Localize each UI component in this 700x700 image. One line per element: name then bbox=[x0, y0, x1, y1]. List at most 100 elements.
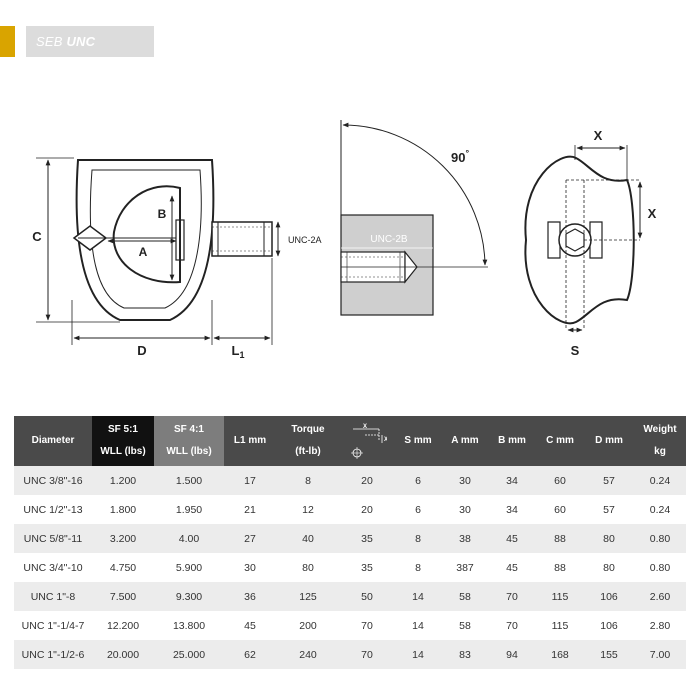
table-cell: 30 bbox=[224, 553, 276, 582]
table-cell: 70 bbox=[488, 582, 536, 611]
table-cell: 35 bbox=[340, 524, 394, 553]
table-cell: 0.24 bbox=[634, 495, 686, 524]
table-cell: 17 bbox=[224, 466, 276, 495]
table-cell: 1.200 bbox=[92, 466, 154, 495]
table-cell: 45 bbox=[488, 524, 536, 553]
table-cell: 83 bbox=[442, 640, 488, 669]
table-cell: 58 bbox=[442, 582, 488, 611]
table-cell: 7.00 bbox=[634, 640, 686, 669]
table-cell: 30 bbox=[442, 466, 488, 495]
table-row: UNC 1/2"-13 1.800 1.950 21 12 20 6 30 34 60 57 0.24 bbox=[14, 495, 686, 524]
table-cell: 60 bbox=[536, 466, 584, 495]
table-cell: 4.00 bbox=[154, 524, 224, 553]
dimension-l1: L1 bbox=[213, 258, 273, 360]
top-view: X X S bbox=[524, 128, 657, 358]
header-sf4: SF 4:1 WLL (lbs) bbox=[154, 416, 224, 466]
table-cell: UNC 3/4"-10 bbox=[14, 553, 92, 582]
table-cell: UNC 1/2"-13 bbox=[14, 495, 92, 524]
table-cell: 35 bbox=[340, 553, 394, 582]
table-cell: 0.24 bbox=[634, 466, 686, 495]
table-cell: 20 bbox=[340, 495, 394, 524]
table-cell: UNC 5/8"-11 bbox=[14, 524, 92, 553]
table-cell: 0.80 bbox=[634, 524, 686, 553]
table-cell: UNC 3/8"-16 bbox=[14, 466, 92, 495]
table-cell: 34 bbox=[488, 495, 536, 524]
table-cell: 45 bbox=[224, 611, 276, 640]
table-cell: 14 bbox=[394, 582, 442, 611]
table-cell: 200 bbox=[276, 611, 340, 640]
label-unc2a: UNC-2A bbox=[288, 235, 322, 245]
header-d: D mm bbox=[584, 416, 634, 466]
table-cell: 30 bbox=[442, 495, 488, 524]
table-cell: 40 bbox=[276, 524, 340, 553]
table-cell: 20 bbox=[340, 466, 394, 495]
table-cell: 70 bbox=[340, 611, 394, 640]
header-diameter: Diameter bbox=[14, 416, 92, 466]
label-a: A bbox=[139, 245, 148, 259]
table-cell: 5.900 bbox=[154, 553, 224, 582]
table-cell: 4.750 bbox=[92, 553, 154, 582]
table-cell: 50 bbox=[340, 582, 394, 611]
table-cell: 70 bbox=[488, 611, 536, 640]
table-cell: 1.500 bbox=[154, 466, 224, 495]
table-cell: 57 bbox=[584, 466, 634, 495]
table-row: UNC 5/8"-11 3.200 4.00 27 40 35 8 38 45 88 80 0.80 bbox=[14, 524, 686, 553]
table-cell: 14 bbox=[394, 611, 442, 640]
table-cell: 12 bbox=[276, 495, 340, 524]
technical-drawing: C D L1 A B UNC-2A UNC-2B 90° X X S bbox=[32, 120, 657, 360]
table-cell: 62 bbox=[224, 640, 276, 669]
table-cell: UNC 1"-1/2-6 bbox=[14, 640, 92, 669]
label-angle: 90° bbox=[451, 148, 469, 165]
table-cell: 2.60 bbox=[634, 582, 686, 611]
table-cell: 80 bbox=[584, 524, 634, 553]
dimension-unc2a: UNC-2A bbox=[275, 221, 322, 257]
table-cell: 8 bbox=[394, 553, 442, 582]
x-dimension-icon: X X bbox=[351, 424, 388, 459]
table-cell: 80 bbox=[584, 553, 634, 582]
label-x-right: X bbox=[648, 206, 657, 221]
header-x-symbol: X X bbox=[340, 416, 394, 466]
table-cell: 2.80 bbox=[634, 611, 686, 640]
header-c: C mm bbox=[536, 416, 584, 466]
label-b: B bbox=[158, 207, 167, 221]
table-cell: 1.950 bbox=[154, 495, 224, 524]
table-cell: 21 bbox=[224, 495, 276, 524]
header-s: S mm bbox=[394, 416, 442, 466]
table-row: UNC 1"-1/2-6 20.000 25.000 62 240 70 14 83 94 168… bbox=[14, 640, 686, 669]
table-cell: 70 bbox=[340, 640, 394, 669]
table-row: UNC 1"-8 7.500 9.300 36 125 50 14 58 70 115 106 2.6… bbox=[14, 582, 686, 611]
table-cell: 25.000 bbox=[154, 640, 224, 669]
label-x-top: X bbox=[594, 128, 603, 143]
table-cell: 27 bbox=[224, 524, 276, 553]
table-cell: 106 bbox=[584, 582, 634, 611]
table-cell: 387 bbox=[442, 553, 488, 582]
table-row: UNC 1"-1/4-7 12.200 13.800 45 200 70 14 58 70 115… bbox=[14, 611, 686, 640]
label-d: D bbox=[137, 343, 146, 358]
table-header-row: Diameter SF 5:1 WLL (lbs) SF 4:1 WLL (lbs)… bbox=[14, 416, 686, 466]
table-cell: 45 bbox=[488, 553, 536, 582]
table-cell: 20.000 bbox=[92, 640, 154, 669]
table-cell: 6 bbox=[394, 495, 442, 524]
table-cell: 88 bbox=[536, 553, 584, 582]
table-cell: 12.200 bbox=[92, 611, 154, 640]
table-cell: 6 bbox=[394, 466, 442, 495]
eye-bolt-side-view bbox=[72, 159, 215, 321]
table-cell: 7.500 bbox=[92, 582, 154, 611]
table-cell: UNC 1"-8 bbox=[14, 582, 92, 611]
table-cell: 57 bbox=[584, 495, 634, 524]
svg-text:X: X bbox=[363, 424, 367, 430]
header-sf5: SF 5:1 WLL (lbs) bbox=[92, 416, 154, 466]
installation-view: UNC-2B 90° bbox=[340, 120, 488, 316]
specifications-table: Diameter SF 5:1 WLL (lbs) SF 4:1 WLL (lbs)… bbox=[14, 416, 686, 669]
table-cell: 14 bbox=[394, 640, 442, 669]
table-row: UNC 3/4"-10 4.750 5.900 30 80 35 8 387 45 88 80 0.8… bbox=[14, 553, 686, 582]
table-cell: 88 bbox=[536, 524, 584, 553]
table-cell: 94 bbox=[488, 640, 536, 669]
table-cell: 80 bbox=[276, 553, 340, 582]
threaded-stud bbox=[211, 221, 273, 257]
header-weight: Weight kg bbox=[634, 416, 686, 466]
table-cell: 106 bbox=[584, 611, 634, 640]
table-cell: 0.80 bbox=[634, 553, 686, 582]
table-cell: 34 bbox=[488, 466, 536, 495]
table-cell: 115 bbox=[536, 611, 584, 640]
